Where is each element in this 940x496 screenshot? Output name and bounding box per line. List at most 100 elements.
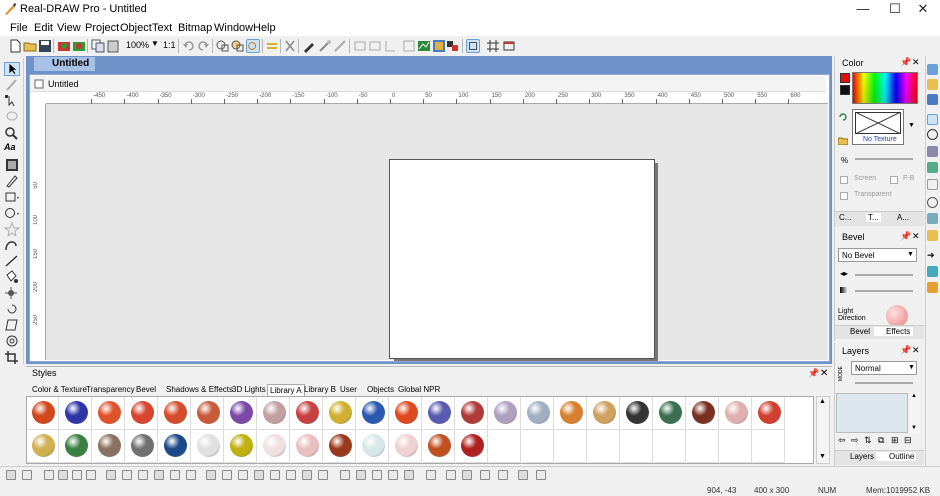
style-swatch[interactable] bbox=[192, 430, 224, 463]
tab-global-npr[interactable]: Global NPR bbox=[396, 384, 442, 396]
bottom-tool-icon[interactable] bbox=[58, 470, 68, 480]
undo-icon[interactable] bbox=[182, 39, 196, 53]
tab-outline[interactable]: Outline bbox=[876, 452, 917, 461]
layer-move-right-icon[interactable]: ⇨ bbox=[851, 435, 859, 446]
fill-tool-icon[interactable] bbox=[4, 270, 20, 284]
background-color-swatch[interactable] bbox=[840, 85, 850, 95]
brush-tool-icon[interactable] bbox=[4, 78, 20, 92]
color-close-button[interactable]: ✕ bbox=[912, 57, 920, 68]
crop-shape-icon[interactable] bbox=[383, 39, 397, 53]
warp-tool-icon[interactable] bbox=[4, 334, 20, 348]
screen-checkbox[interactable] bbox=[840, 176, 848, 184]
bottom-tool-icon[interactable] bbox=[356, 470, 366, 480]
bottom-tool-icon[interactable] bbox=[154, 470, 164, 480]
chart-image-icon[interactable] bbox=[417, 39, 431, 53]
style-swatch[interactable] bbox=[489, 397, 521, 430]
layer-move-left-icon[interactable]: ⇦ bbox=[838, 435, 846, 446]
style-swatch[interactable] bbox=[555, 397, 587, 430]
layers-list[interactable] bbox=[836, 393, 908, 433]
bottom-tool-icon[interactable] bbox=[426, 470, 436, 480]
style-swatch[interactable] bbox=[225, 397, 257, 430]
lasso-tool-icon[interactable] bbox=[4, 110, 20, 124]
style-swatch[interactable] bbox=[357, 430, 389, 463]
style-swatch[interactable] bbox=[357, 397, 389, 430]
scroll-down-icon[interactable]: ▼ bbox=[819, 453, 826, 460]
scroll-up-icon[interactable]: ▲ bbox=[819, 398, 826, 405]
panel-layers-icon[interactable] bbox=[927, 146, 938, 157]
bottom-tool-icon[interactable] bbox=[404, 470, 414, 480]
style-swatch[interactable] bbox=[258, 397, 290, 430]
tab-user[interactable]: User bbox=[338, 384, 359, 396]
bottom-tool-icon[interactable] bbox=[480, 470, 490, 480]
document-tab[interactable]: Untitled bbox=[34, 57, 96, 71]
style-swatch[interactable] bbox=[291, 397, 323, 430]
bottom-tool-icon[interactable] bbox=[286, 470, 296, 480]
panel-color-icon[interactable] bbox=[927, 64, 938, 75]
style-swatch[interactable] bbox=[27, 397, 59, 430]
bottom-tool-icon[interactable] bbox=[106, 470, 116, 480]
layer-add-icon[interactable]: ⊞ bbox=[891, 435, 899, 446]
bevel-close-button[interactable]: ✕ bbox=[912, 231, 920, 242]
frame-icon[interactable] bbox=[402, 39, 416, 53]
layer-opacity-slider[interactable] bbox=[855, 382, 913, 384]
tab-objects[interactable]: Objects bbox=[365, 384, 396, 396]
tab-bevel-panel[interactable]: Bevel bbox=[850, 327, 870, 336]
layers-pin-icon[interactable]: 📌 bbox=[900, 345, 911, 356]
color-spectrum[interactable] bbox=[852, 72, 918, 104]
tab-effects-panel[interactable]: Effects bbox=[874, 327, 914, 336]
bottom-tool-icon[interactable] bbox=[122, 470, 132, 480]
panel-tool-icon[interactable] bbox=[927, 162, 938, 173]
menu-object[interactable]: Object bbox=[120, 22, 152, 34]
style-swatch[interactable] bbox=[159, 397, 191, 430]
drawing-page[interactable] bbox=[389, 159, 655, 359]
layers-close-button[interactable]: ✕ bbox=[912, 345, 920, 356]
style-swatch[interactable] bbox=[27, 430, 59, 463]
style-swatch[interactable] bbox=[720, 397, 752, 430]
bottom-tool-icon[interactable] bbox=[254, 470, 264, 480]
style-swatch[interactable] bbox=[687, 397, 719, 430]
crop-tool-icon[interactable] bbox=[4, 350, 20, 364]
style-swatch[interactable] bbox=[258, 430, 290, 463]
bottom-tool-icon[interactable] bbox=[44, 470, 54, 480]
style-swatch[interactable] bbox=[93, 397, 125, 430]
menu-text[interactable]: Text bbox=[152, 22, 172, 34]
tab-texture-short[interactable]: T... bbox=[866, 213, 881, 222]
tab-shadows-effects[interactable]: Shadows & Effects bbox=[164, 384, 235, 396]
tab-transparency[interactable]: Transparency bbox=[84, 384, 137, 396]
layer-duplicate-icon[interactable]: ⧉ bbox=[878, 435, 884, 446]
pointer-tool-icon[interactable] bbox=[4, 62, 20, 76]
style-swatch[interactable] bbox=[456, 397, 488, 430]
layers-scroll-up-icon[interactable]: ▲ bbox=[911, 393, 917, 399]
node-edit-tool-icon[interactable] bbox=[4, 94, 20, 108]
curve-tool-icon[interactable] bbox=[4, 238, 20, 252]
menu-file[interactable]: File bbox=[10, 22, 28, 34]
layers-scroll-down-icon[interactable]: ▼ bbox=[911, 425, 917, 431]
rectangle-tool-icon[interactable] bbox=[4, 190, 20, 204]
panel-palette-icon[interactable] bbox=[927, 266, 938, 277]
horizontal-ruler[interactable]: -450 -400 -350 -300 -250 -200 -150 -100 -50 0 50 10… bbox=[46, 92, 828, 104]
redo-icon[interactable] bbox=[196, 39, 210, 53]
style-swatch[interactable] bbox=[324, 430, 356, 463]
bottom-tool-icon[interactable] bbox=[86, 470, 96, 480]
panel-adjust-icon[interactable] bbox=[927, 94, 938, 105]
text-tool-icon[interactable]: Aa bbox=[4, 142, 20, 156]
bottom-tool-icon[interactable] bbox=[170, 470, 180, 480]
bottom-tool-icon[interactable] bbox=[186, 470, 196, 480]
bottom-tool-icon[interactable] bbox=[72, 470, 82, 480]
minimize-button[interactable]: — bbox=[846, 0, 880, 20]
style-swatch[interactable] bbox=[423, 430, 455, 463]
rotate-tool-icon[interactable] bbox=[4, 302, 20, 316]
light-direction-control[interactable] bbox=[886, 305, 908, 327]
swap-colors-icon[interactable] bbox=[838, 112, 848, 122]
color-pin-icon[interactable]: 📌 bbox=[900, 57, 911, 68]
style-swatch[interactable] bbox=[60, 397, 92, 430]
magic-wand-icon[interactable] bbox=[318, 39, 332, 53]
styles-scrollbar[interactable]: ▲ ▼ bbox=[816, 396, 830, 464]
texture-preview[interactable]: No Texture bbox=[852, 109, 904, 145]
tab-library-a[interactable]: Library A bbox=[267, 384, 305, 396]
open-texture-icon[interactable] bbox=[838, 136, 848, 145]
styles-pin-icon[interactable]: 📌 bbox=[808, 368, 819, 379]
close-button[interactable]: ✕ bbox=[906, 0, 940, 20]
grid-icon[interactable] bbox=[486, 39, 500, 53]
menu-project[interactable]: Project bbox=[85, 22, 119, 34]
